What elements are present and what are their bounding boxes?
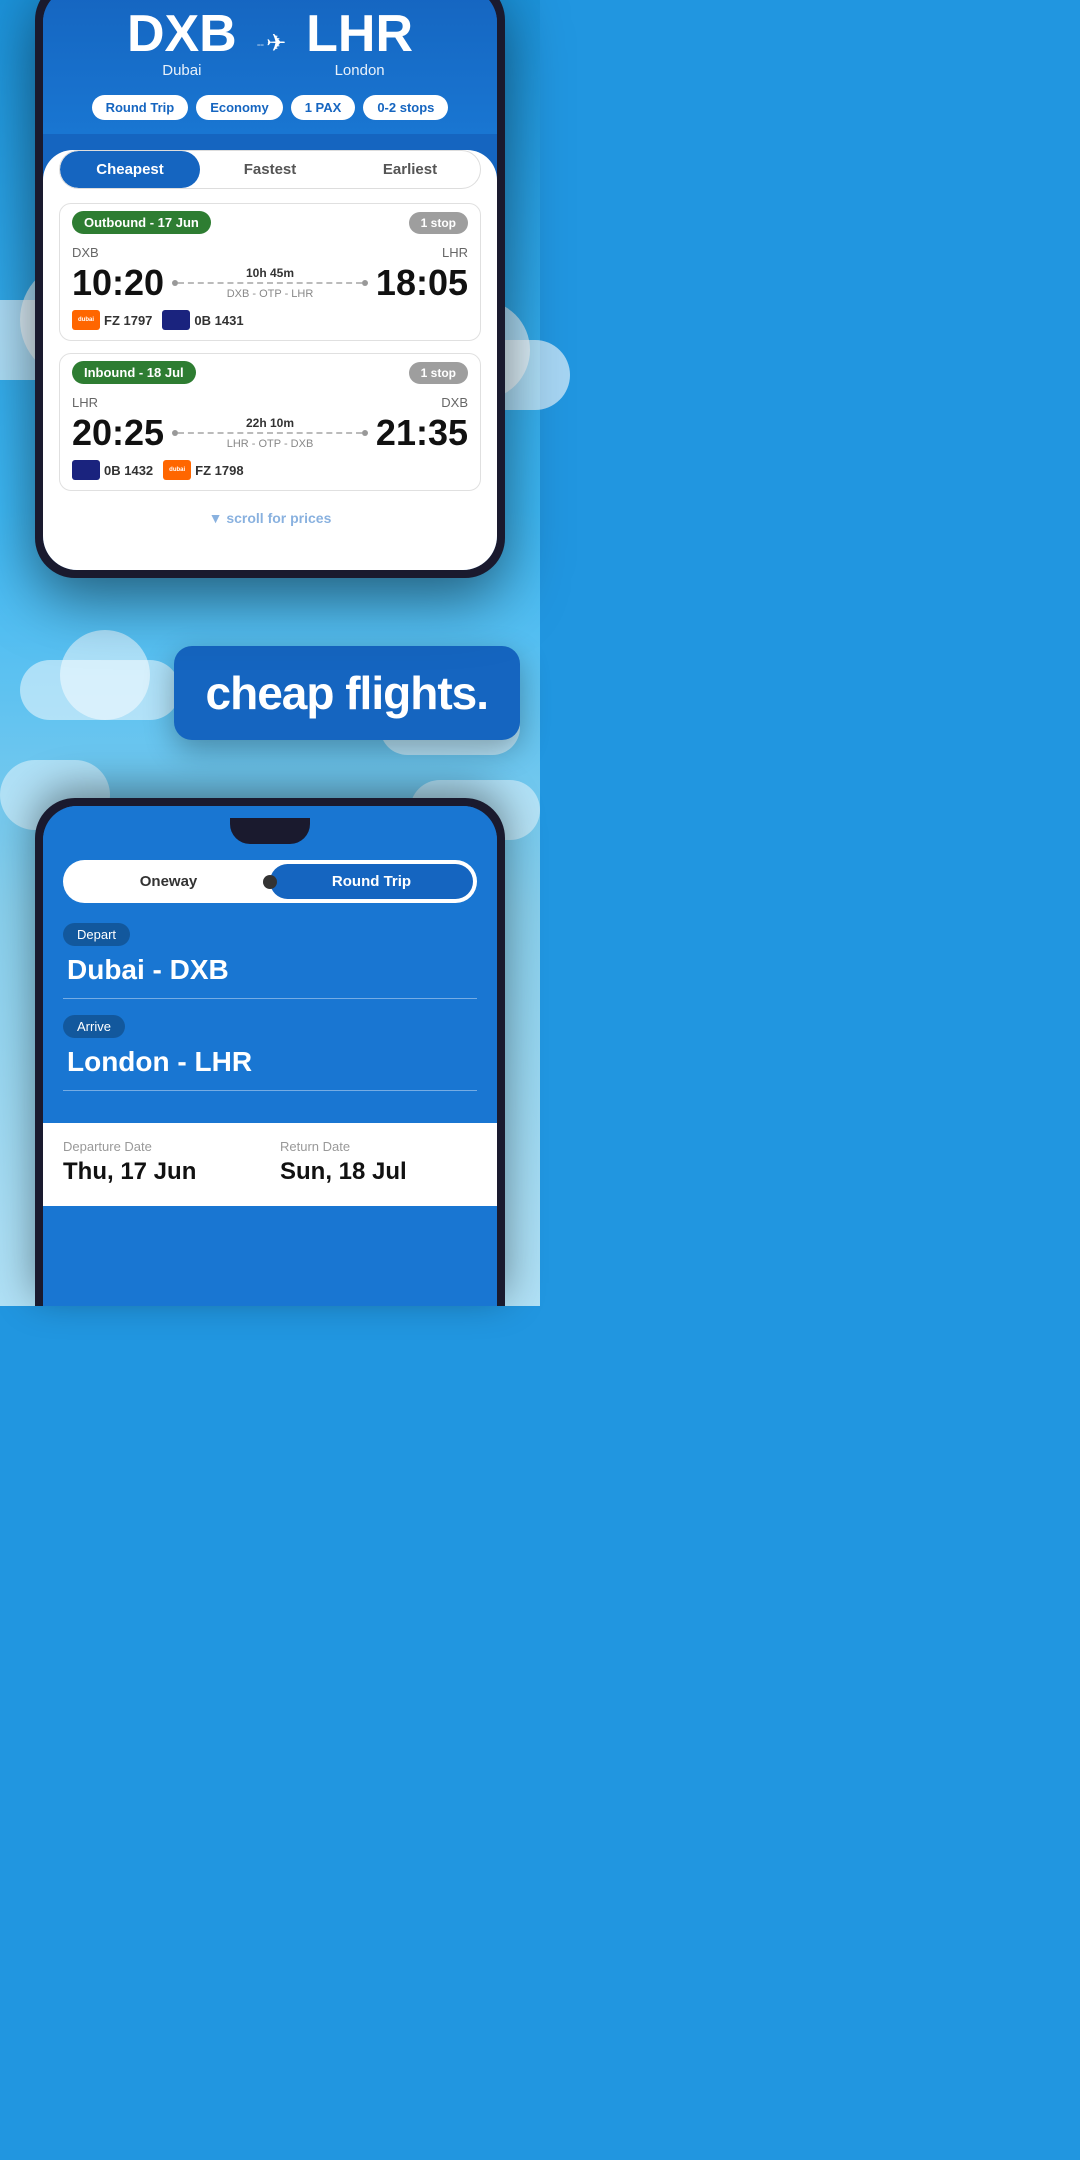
dest-name: London (306, 62, 413, 79)
camera-notch (230, 818, 310, 844)
outbound-depart: 10:20 (72, 262, 164, 304)
inbound-dest: DXB (441, 395, 468, 410)
outbound-duration-info: 10h 45m DXB - OTP - LHR (172, 266, 368, 300)
outbound-dest: LHR (442, 245, 468, 260)
inbound-header: Inbound - 18 Jul 1 stop (60, 354, 480, 391)
sort-tabs: Cheapest Fastest Earliest (59, 150, 481, 189)
origin-name: Dubai (127, 62, 237, 79)
departure-date-col[interactable]: Departure Date Thu, 17 Jun (63, 1139, 260, 1186)
price-area: ▼ scroll for prices (59, 503, 481, 532)
inbound-airline2: dubai FZ 1798 (163, 460, 243, 480)
departure-date-label: Departure Date (63, 1139, 260, 1154)
phone-2: Oneway Round Trip Depart Dubai - DXB Arr… (35, 798, 505, 1306)
stops-pill[interactable]: 0-2 stops (363, 95, 448, 120)
inbound-depart: 20:25 (72, 412, 164, 454)
outbound-airports: DXB LHR (72, 245, 468, 260)
outbound-duration: 10h 45m (172, 266, 368, 280)
trip-type-toggle[interactable]: Oneway Round Trip (63, 860, 477, 903)
dates-row: Departure Date Thu, 17 Jun Return Date S… (63, 1139, 477, 1186)
phone1-content: Cheapest Fastest Earliest Outbound - 17 … (43, 150, 497, 570)
inbound-times: 20:25 22h 10m LHR - OTP - DXB 21:35 (72, 412, 468, 454)
pax-pill[interactable]: 1 PAX (291, 95, 356, 120)
arrive-field[interactable]: Arrive London - LHR (63, 1015, 477, 1091)
roundtrip-option[interactable]: Round Trip (270, 864, 473, 899)
inbound-route: LHR - OTP - DXB (172, 438, 368, 450)
outbound-times: 10:20 10h 45m DXB - OTP - LHR 18:05 (72, 262, 468, 304)
origin-block: DXB Dubai (127, 8, 237, 79)
phone1-header: DXB Dubai LHR London Round Trip Economy … (43, 0, 497, 134)
arrive-value: London - LHR (63, 1046, 477, 1078)
inbound-label: Inbound - 18 Jul (72, 361, 196, 384)
departure-date-value: Thu, 17 Jun (63, 1158, 260, 1186)
inbound-airline1: 0B 1432 (72, 460, 153, 480)
depart-divider (63, 998, 477, 999)
outbound-stops: 1 stop (409, 212, 468, 234)
outbound-airline2: 0B 1431 (162, 310, 243, 330)
return-date-value: Sun, 18 Jul (280, 1158, 477, 1186)
tab-fastest[interactable]: Fastest (200, 151, 340, 188)
outbound-airlines: dubai FZ 1797 0B 1431 (72, 310, 468, 330)
dubai-logo-1: dubai (72, 310, 100, 330)
cabin-pill[interactable]: Economy (196, 95, 283, 120)
outbound-segment[interactable]: Outbound - 17 Jun 1 stop DXB LHR 10:20 1… (59, 203, 481, 341)
return-date-label: Return Date (280, 1139, 477, 1154)
inbound-airlines: 0B 1432 dubai FZ 1798 (72, 460, 468, 480)
inbound-arrive: 21:35 (376, 412, 468, 454)
dest-code: LHR (306, 8, 413, 60)
trip-type-pill[interactable]: Round Trip (92, 95, 189, 120)
tab-cheapest[interactable]: Cheapest (60, 151, 200, 188)
phone-1: DXB Dubai LHR London Round Trip Economy … (35, 0, 505, 578)
outbound-body: DXB LHR 10:20 10h 45m DXB - OTP (60, 241, 480, 340)
inbound-segment[interactable]: Inbound - 18 Jul 1 stop LHR DXB 20:25 22… (59, 353, 481, 491)
arrive-divider (63, 1090, 477, 1091)
dest-block: LHR London (306, 8, 413, 79)
tab-earliest[interactable]: Earliest (340, 151, 480, 188)
middle-section: cheap flights. (0, 578, 540, 798)
inbound-airports: LHR DXB (72, 395, 468, 410)
toggle-dot (263, 875, 277, 889)
tagline-text: cheap flights. (206, 667, 488, 719)
inbound-duration-info: 22h 10m LHR - OTP - DXB (172, 416, 368, 450)
depart-label: Depart (63, 923, 130, 946)
outbound-airline1: dubai FZ 1797 (72, 310, 152, 330)
dates-section: Departure Date Thu, 17 Jun Return Date S… (43, 1123, 497, 1206)
plane-icon (257, 29, 286, 58)
oneway-option[interactable]: Oneway (67, 864, 270, 899)
blue-logo-2 (72, 460, 100, 480)
inbound-body: LHR DXB 20:25 22h 10m LHR - OTP (60, 391, 480, 490)
tagline-box: cheap flights. (174, 646, 520, 741)
depart-value: Dubai - DXB (63, 954, 477, 986)
outbound-arrive: 18:05 (376, 262, 468, 304)
blue-logo-1 (162, 310, 190, 330)
depart-field[interactable]: Depart Dubai - DXB (63, 923, 477, 999)
filter-pills: Round Trip Economy 1 PAX 0-2 stops (63, 85, 477, 134)
inbound-origin: LHR (72, 395, 98, 410)
return-date-col[interactable]: Return Date Sun, 18 Jul (280, 1139, 477, 1186)
inbound-stops: 1 stop (409, 362, 468, 384)
notch-bar (43, 806, 497, 852)
outbound-origin: DXB (72, 245, 99, 260)
dubai-logo-2: dubai (163, 460, 191, 480)
search-form: Depart Dubai - DXB Arrive London - LHR (43, 903, 497, 1123)
outbound-route: DXB - OTP - LHR (172, 288, 368, 300)
inbound-duration: 22h 10m (172, 416, 368, 430)
origin-code: DXB (127, 8, 237, 60)
route-row: DXB Dubai LHR London (63, 8, 477, 79)
arrive-label: Arrive (63, 1015, 125, 1038)
outbound-header: Outbound - 17 Jun 1 stop (60, 204, 480, 241)
outbound-label: Outbound - 17 Jun (72, 211, 211, 234)
